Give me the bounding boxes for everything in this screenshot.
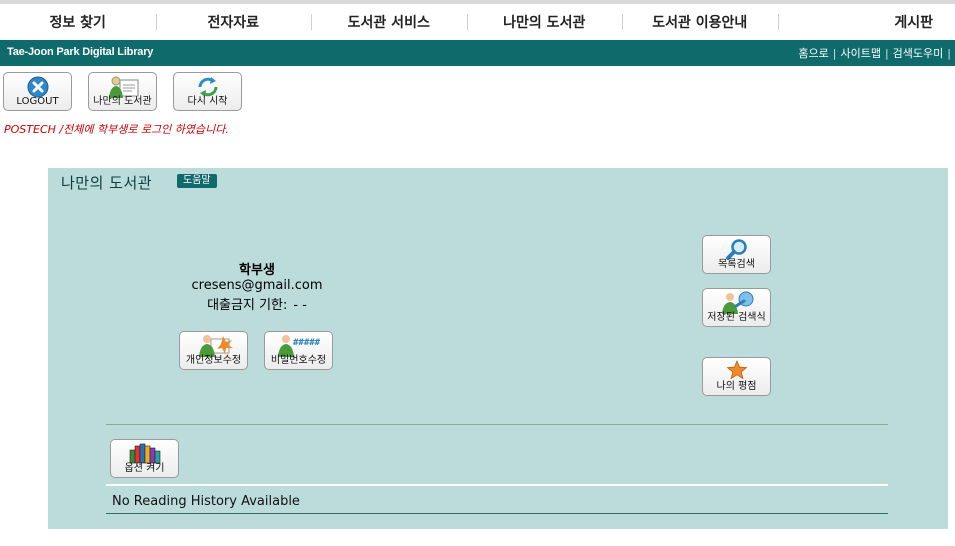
edit-info-label: 개인정보수정 — [185, 355, 242, 366]
my-ratings-button[interactable]: 나의 평점 — [702, 357, 771, 396]
link-separator: | — [947, 47, 951, 60]
nav-item-usage-guide[interactable]: 도서관 이용안내 — [622, 4, 778, 40]
loan-ban-label: 대출금지 기한: — [207, 298, 288, 313]
logout-button[interactable]: LOGOUT — [3, 72, 72, 111]
loan-ban-value: - - — [293, 298, 307, 313]
change-password-button[interactable]: ##### 비밀번호수정 — [264, 331, 333, 370]
my-library-label: 나만의 도서관 — [93, 96, 152, 107]
library-header-bar: Tae-Joon Park Digital Library 홈으로 | 사이트맵 | 검… — [0, 40, 955, 66]
nav-label: 도서관 서비스 — [347, 15, 430, 31]
nav-item-info-search[interactable]: 정보 찾기 — [0, 4, 156, 40]
reading-history-message: No Reading History Available — [112, 494, 300, 509]
loan-ban-info: 대출금지 기한: - - — [168, 294, 346, 313]
user-role: 학부생 — [239, 263, 275, 278]
my-ratings-label: 나의 평점 — [716, 381, 757, 392]
logout-label: LOGOUT — [16, 96, 59, 107]
saved-search-button[interactable]: 저장된 검색식 — [702, 288, 771, 327]
utility-links: 홈으로 | 사이트맵 | 검색도우미 | — [798, 45, 955, 61]
login-status-message: POSTECH /전체에 학부생로 로그인 하였습니다. — [4, 123, 229, 136]
close-icon — [27, 76, 48, 98]
options-toggle-button[interactable]: 옵션 켜기 — [110, 439, 179, 478]
nav-label: 전자자료 — [207, 15, 260, 31]
nav-item-board[interactable]: 게시판 — [777, 4, 955, 40]
nav-label: 나만의 도서관 — [503, 15, 586, 31]
my-library-panel: 나만의 도서관 도움말 학부생 cresens@gmail.com 대출금지 기… — [48, 168, 948, 529]
options-toggle-label: 옵션 켜기 — [124, 463, 165, 474]
catalog-search-button[interactable]: 목록검색 — [702, 235, 771, 274]
link-separator: | — [884, 47, 889, 60]
search-help-link[interactable]: 검색도우미 — [893, 47, 944, 60]
nav-item-library-services[interactable]: 도서관 서비스 — [311, 4, 467, 40]
link-separator: | — [832, 47, 837, 60]
main-nav: 정보 찾기 전자자료 도서관 서비스 나만의 도서관 도서관 이용안내 게시판 — [0, 4, 955, 40]
help-button[interactable]: 도움말 — [177, 174, 217, 188]
history-bottom-line — [106, 513, 888, 514]
svg-text:#####: ##### — [293, 338, 321, 348]
panel-title: 나만의 도서관 — [61, 174, 153, 192]
section-divider — [106, 424, 888, 425]
user-email: cresens@gmail.com — [191, 278, 323, 293]
nav-item-my-library[interactable]: 나만의 도서관 — [466, 4, 623, 40]
nav-label: 도서관 이용안내 — [652, 15, 748, 31]
my-library-button[interactable]: 나만의 도서관 — [88, 72, 157, 111]
history-divider — [106, 484, 888, 486]
sitemap-link[interactable]: 사이트맵 — [840, 47, 880, 60]
saved-search-label: 저장된 검색식 — [707, 312, 766, 323]
restart-button[interactable]: 다시 시작 — [173, 72, 242, 111]
nav-label: 정보 찾기 — [49, 15, 106, 31]
change-password-label: 비밀번호수정 — [270, 355, 327, 366]
restart-label: 다시 시작 — [187, 96, 228, 107]
nav-label: 게시판 — [894, 15, 933, 31]
nav-item-e-resources[interactable]: 전자자료 — [155, 4, 312, 40]
catalog-search-label: 목록검색 — [718, 259, 755, 270]
home-link[interactable]: 홈으로 — [798, 47, 828, 60]
edit-info-button[interactable]: 개인정보수정 — [179, 331, 248, 370]
library-brand: Tae-Joon Park Digital Library — [7, 46, 154, 58]
